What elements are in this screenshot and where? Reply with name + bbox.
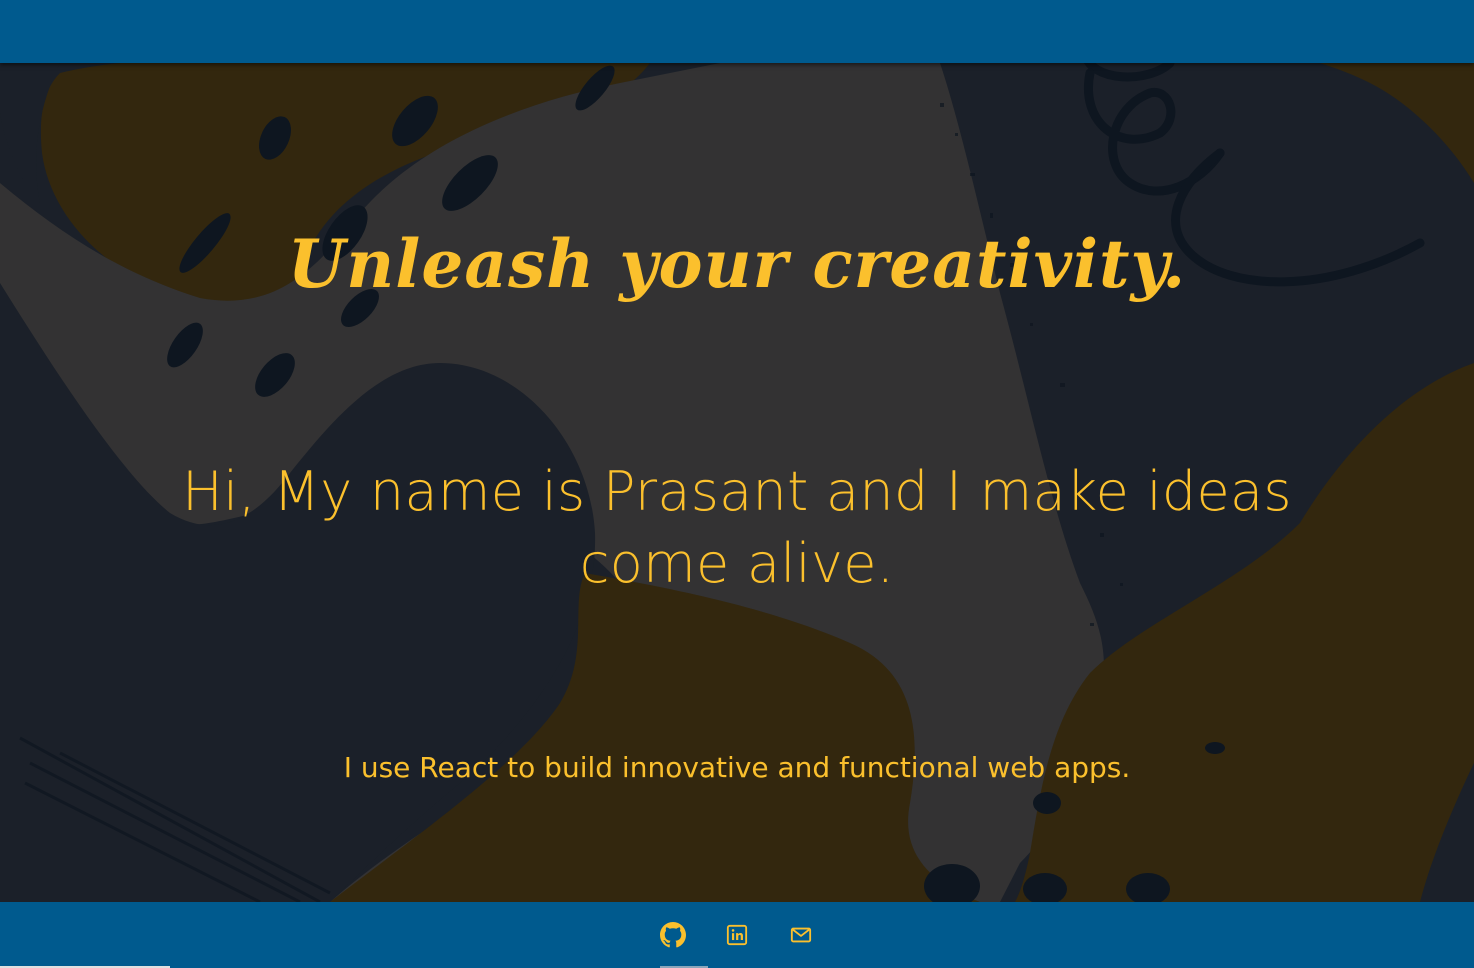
email-link[interactable] (787, 921, 815, 949)
github-link[interactable] (659, 921, 687, 949)
mail-icon (790, 927, 812, 943)
footer-bar (0, 902, 1474, 968)
hero-section: Unleash your creativity. Hi, My name is … (0, 63, 1474, 902)
portfolio-page: Unleash your creativity. Hi, My name is … (0, 0, 1474, 968)
top-app-bar (0, 0, 1474, 63)
hero-subline: I use React to build innovative and func… (343, 751, 1131, 784)
linkedin-link[interactable] (723, 921, 751, 949)
social-links (0, 902, 1474, 968)
github-icon (660, 922, 686, 948)
hero-headline: Hi, My name is Prasant and I make ideas … (182, 459, 1292, 595)
hero-tagline: Unleash your creativity. (287, 225, 1187, 304)
linkedin-icon (726, 924, 748, 946)
